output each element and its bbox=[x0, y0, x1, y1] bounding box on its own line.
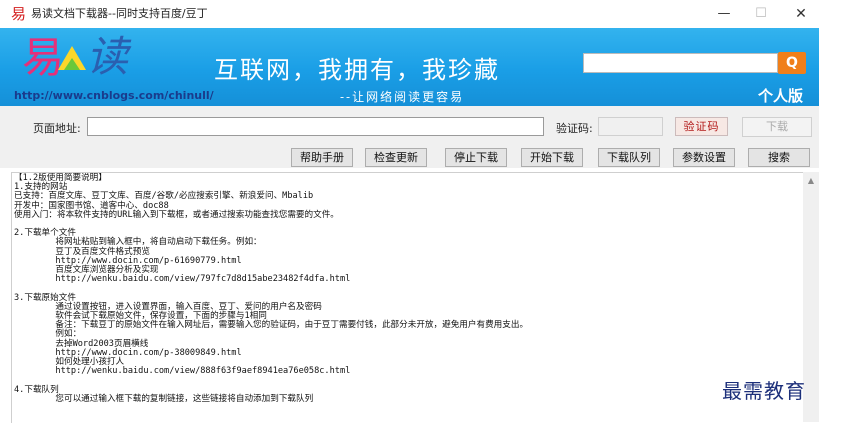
search-button[interactable]: 搜索 bbox=[748, 148, 810, 167]
captcha-label: 验证码: bbox=[556, 122, 593, 135]
close-button[interactable]: ✕ bbox=[783, 0, 819, 28]
watermark: 最需教育 bbox=[722, 379, 806, 403]
app-icon: 易 bbox=[11, 5, 27, 23]
stop-download-button[interactable]: 停止下载 bbox=[445, 148, 507, 167]
help-text: 【1.2版使用简要说明】 1.支持的网站 已支持：百度文库、豆丁文库、百度/谷歌… bbox=[14, 173, 529, 404]
sub-slogan: --让网络阅读更容易 bbox=[340, 90, 465, 104]
slogan: 互联网，我拥有，我珍藏 bbox=[214, 56, 500, 84]
url-label: 页面地址: bbox=[33, 122, 81, 135]
header-banner: 易 读 http://www.cnblogs.com/chinull/ 互联网，… bbox=[0, 28, 819, 106]
check-update-button[interactable]: 检查更新 bbox=[365, 148, 427, 167]
toolbar: 页面地址: 验证码: 验证码 下载 帮助手册 检查更新 停止下载 开始下载 下载… bbox=[0, 106, 819, 168]
scroll-up-icon[interactable]: ▲ bbox=[803, 174, 819, 188]
site-url-link[interactable]: http://www.cnblogs.com/chinull/ bbox=[14, 89, 214, 102]
logo-du-glyph: 读 bbox=[86, 32, 129, 81]
search-input[interactable] bbox=[583, 53, 778, 73]
start-download-button[interactable]: 开始下载 bbox=[521, 148, 583, 167]
download-queue-button[interactable]: 下载队列 bbox=[598, 148, 660, 167]
captcha-image[interactable]: 验证码 bbox=[675, 117, 728, 136]
minimize-button[interactable]: — bbox=[706, 0, 742, 28]
settings-button[interactable]: 参数设置 bbox=[673, 148, 735, 167]
window-title: 易读文档下载器--同时支持百度/豆丁 bbox=[31, 7, 208, 20]
url-input[interactable] bbox=[87, 117, 544, 136]
help-text-area[interactable]: 【1.2版使用简要说明】 1.支持的网站 已支持：百度文库、豆丁文库、百度/谷歌… bbox=[11, 172, 819, 423]
title-bar: 易 易读文档下载器--同时支持百度/豆丁 — ☐ ✕ bbox=[0, 0, 843, 28]
maximize-button[interactable]: ☐ bbox=[743, 0, 779, 28]
captcha-input[interactable] bbox=[598, 117, 663, 136]
help-manual-button[interactable]: 帮助手册 bbox=[291, 148, 353, 167]
download-button[interactable]: 下载 bbox=[742, 117, 812, 137]
search-icon[interactable]: Q bbox=[778, 52, 806, 74]
edition-label: 个人版 bbox=[758, 87, 804, 105]
logo-leaf-icon bbox=[64, 58, 80, 70]
